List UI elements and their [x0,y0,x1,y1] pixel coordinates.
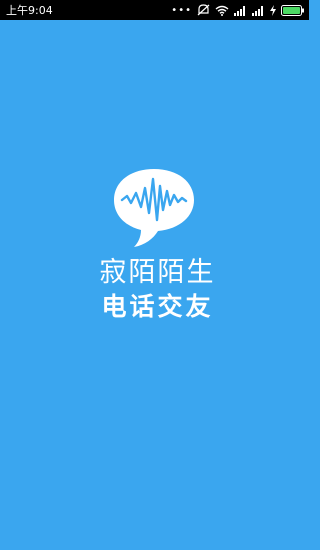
status-time: 上午9:04 [6,4,53,17]
wifi-icon [215,5,229,16]
splash-screen: 寂陌陌生 电话交友 [0,20,309,550]
battery-icon [281,4,305,16]
signal-icon [252,5,265,16]
more-dots-icon: ••• [171,5,192,16]
charging-icon [270,4,276,16]
signal-icon [234,5,247,16]
speech-bubble-waveform-icon [114,169,194,247]
mute-icon [197,4,210,16]
status-icons: ••• [171,4,305,16]
app-subtitle: 电话交友 [101,292,214,321]
app-title: 寂陌陌生 [99,257,216,288]
status-bar: 上午9:04 ••• [0,0,309,20]
